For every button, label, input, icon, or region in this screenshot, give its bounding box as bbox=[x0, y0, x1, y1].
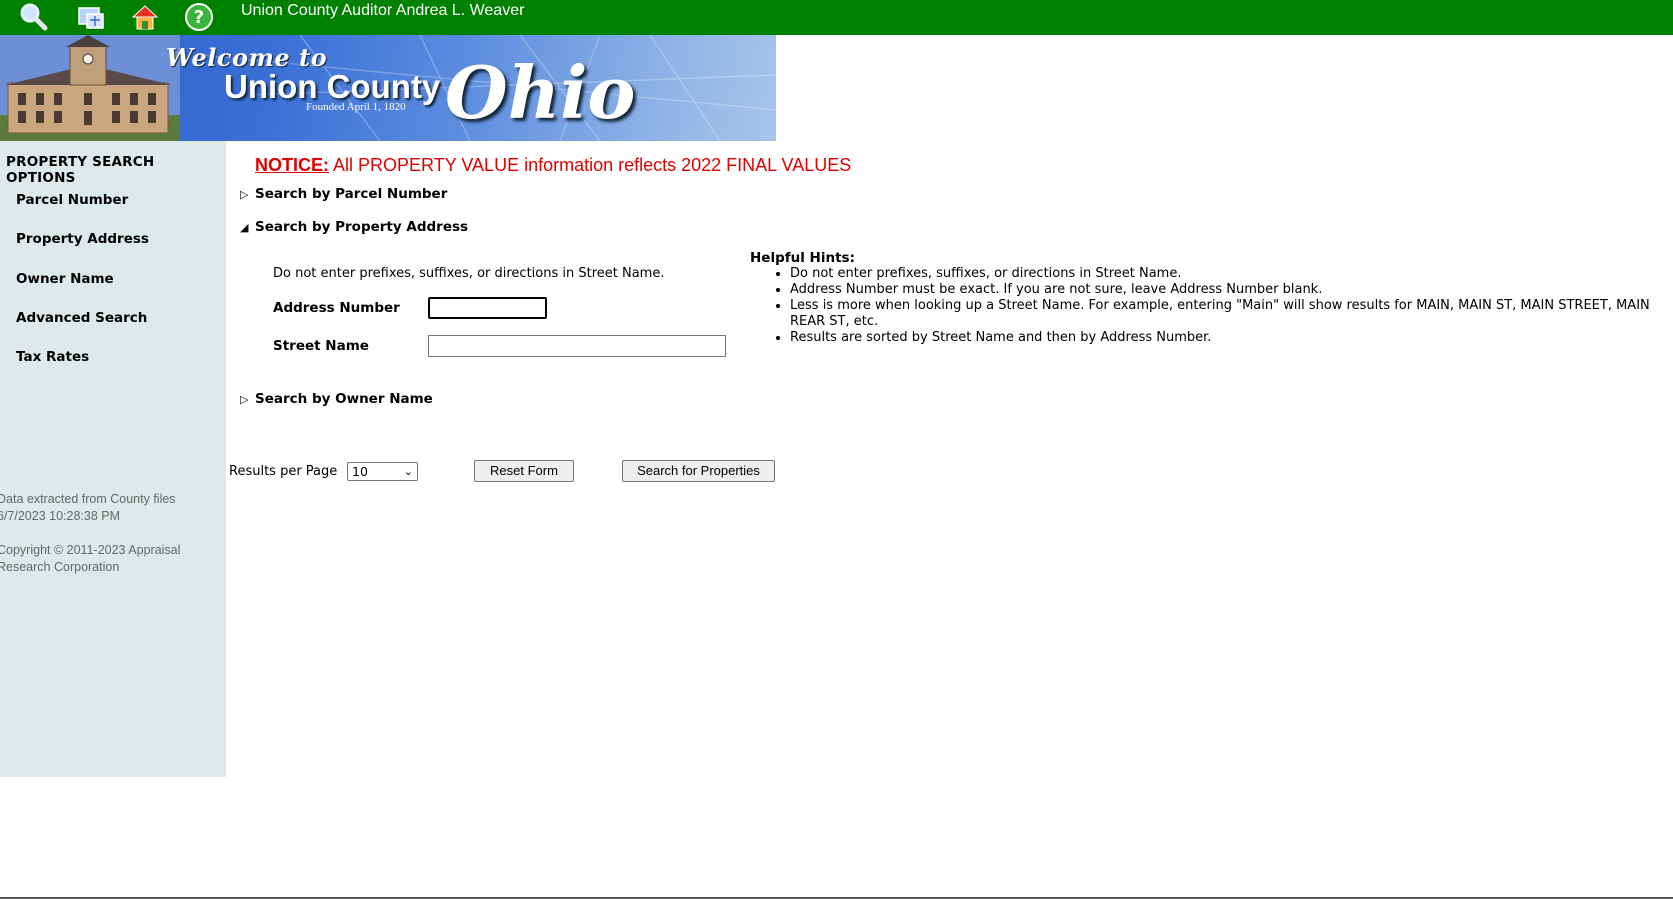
hint-item: Address Number must be exact. If you are… bbox=[790, 282, 1670, 298]
data-extracted-line2: 6/7/2023 10:28:38 PM bbox=[0, 509, 121, 523]
sidebar-heading: PROPERTY SEARCH OPTIONS bbox=[6, 154, 155, 186]
section-owner-label: Search by Owner Name bbox=[255, 391, 433, 407]
data-extracted-line1: Data extracted from County files bbox=[0, 492, 176, 506]
sidebar-item-tax-rates[interactable]: Tax Rates bbox=[16, 349, 89, 365]
map-icon[interactable] bbox=[76, 2, 106, 32]
welcome-banner: Welcome to Union County Founded April 1,… bbox=[0, 35, 776, 141]
section-parcel-label: Search by Parcel Number bbox=[255, 186, 448, 202]
hint-item: Do not enter prefixes, suffixes, or dire… bbox=[790, 266, 1670, 282]
search-icon[interactable] bbox=[18, 2, 48, 32]
sidebar-item-advanced-search[interactable]: Advanced Search bbox=[16, 310, 147, 326]
banner-founded: Founded April 1, 1820 bbox=[306, 101, 406, 113]
copyright-info: Copyright © 2011-2023 Appraisal Research… bbox=[0, 542, 197, 576]
sidebar-item-property-address[interactable]: Property Address bbox=[16, 231, 149, 247]
notice-text: All PROPERTY VALUE information reflects … bbox=[329, 155, 852, 175]
results-per-page-select[interactable]: 10 ⌄ bbox=[347, 462, 418, 481]
data-extracted-info: Data extracted from County files 6/7/202… bbox=[0, 491, 197, 525]
results-per-page-label: Results per Page bbox=[229, 464, 338, 479]
hint-item: Results are sorted by Street Name and th… bbox=[790, 330, 1670, 346]
address-instruction: Do not enter prefixes, suffixes, or dire… bbox=[273, 266, 665, 281]
app-title: Union County Auditor Andrea L. Weaver bbox=[241, 2, 525, 19]
svg-text:?: ? bbox=[194, 7, 204, 28]
home-icon[interactable] bbox=[130, 2, 160, 32]
street-name-input[interactable] bbox=[428, 335, 726, 357]
collapsed-triangle-icon: ▷ bbox=[240, 393, 249, 406]
copyright-line1: Copyright © 2011-2023 Appraisal bbox=[0, 543, 181, 557]
notice-label: NOTICE: bbox=[255, 155, 329, 175]
address-number-input[interactable] bbox=[428, 297, 547, 319]
section-address-label: Search by Property Address bbox=[255, 219, 469, 235]
sidebar-item-owner-name[interactable]: Owner Name bbox=[16, 271, 114, 287]
address-number-label: Address Number bbox=[273, 300, 400, 316]
expanded-triangle-icon: ◢ bbox=[240, 221, 249, 234]
sidebar-item-parcel-number[interactable]: Parcel Number bbox=[16, 192, 128, 208]
help-icon[interactable]: ? bbox=[184, 2, 214, 32]
banner-ohio: Ohio bbox=[445, 50, 636, 135]
street-name-label: Street Name bbox=[273, 338, 369, 354]
chevron-down-icon: ⌄ bbox=[403, 465, 413, 478]
copyright-line2: Research Corporation bbox=[0, 560, 120, 574]
reset-form-button[interactable]: Reset Form bbox=[474, 460, 574, 482]
collapsed-triangle-icon: ▷ bbox=[240, 188, 249, 201]
hints-title: Helpful Hints: bbox=[750, 250, 855, 266]
hints-list: Do not enter prefixes, suffixes, or dire… bbox=[750, 266, 1670, 346]
search-properties-button[interactable]: Search for Properties bbox=[622, 460, 775, 482]
top-bar: ? Union County Auditor Andrea L. Weaver bbox=[0, 0, 1673, 35]
hint-item: Less is more when looking up a Street Na… bbox=[790, 298, 1670, 330]
section-parcel-number[interactable]: ▷ Search by Parcel Number bbox=[240, 186, 447, 202]
sidebar: PROPERTY SEARCH OPTIONS Parcel Number Pr… bbox=[0, 141, 226, 777]
helpful-hints: Helpful Hints: Do not enter prefixes, su… bbox=[750, 250, 1670, 346]
courthouse-image bbox=[0, 35, 180, 141]
results-per-page-value: 10 bbox=[352, 464, 368, 479]
section-property-address[interactable]: ◢ Search by Property Address bbox=[240, 219, 468, 235]
section-owner-name[interactable]: ▷ Search by Owner Name bbox=[240, 391, 433, 407]
notice-banner: NOTICE: All PROPERTY VALUE information r… bbox=[255, 155, 851, 176]
